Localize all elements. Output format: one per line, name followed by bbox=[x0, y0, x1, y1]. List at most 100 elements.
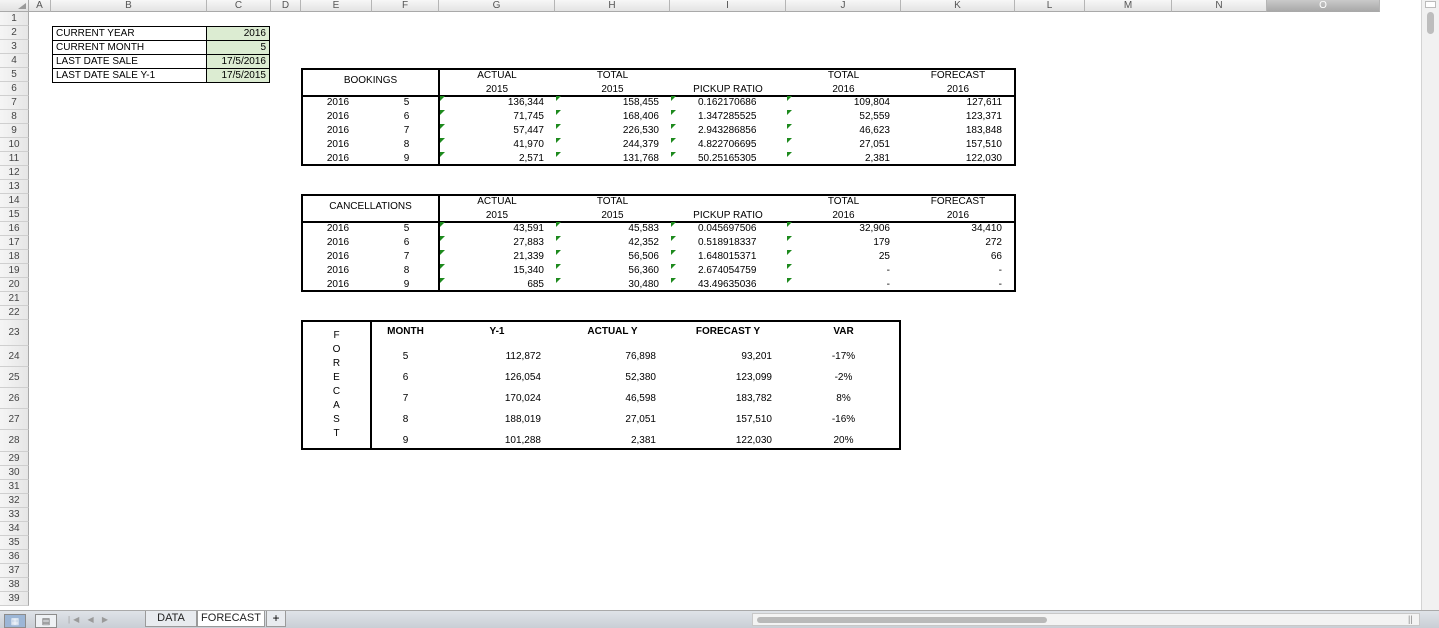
row-header-37[interactable]: 37 bbox=[0, 564, 29, 578]
info-value[interactable]: 17/5/2015 bbox=[206, 68, 270, 83]
forecast-month-cell[interactable]: 5 bbox=[372, 350, 439, 363]
row-header-36[interactable]: 36 bbox=[0, 550, 29, 564]
cancellations-actual-cell[interactable]: 685 bbox=[440, 278, 556, 291]
column-header-a[interactable]: A bbox=[29, 0, 51, 12]
bookings-month-cell[interactable]: 6 bbox=[373, 110, 440, 123]
sheet-tab-data[interactable]: DATA bbox=[145, 611, 197, 627]
bookings-actual-cell[interactable]: 2,571 bbox=[440, 152, 556, 165]
row-header-39[interactable]: 39 bbox=[0, 592, 29, 606]
row-header-1[interactable]: 1 bbox=[0, 12, 29, 26]
forecast-value-cell[interactable]: 157,510 bbox=[670, 413, 786, 426]
split-box[interactable] bbox=[1425, 1, 1436, 8]
cancellations-month-cell[interactable]: 7 bbox=[373, 250, 440, 263]
row-header-3[interactable]: 3 bbox=[0, 40, 29, 54]
column-header-h[interactable]: H bbox=[555, 0, 670, 12]
row-header-26[interactable]: 26 bbox=[0, 388, 29, 409]
cancellations-month-cell[interactable]: 5 bbox=[373, 222, 440, 235]
vertical-scroll-thumb[interactable] bbox=[1427, 12, 1434, 34]
row-header-23[interactable]: 23 bbox=[0, 320, 29, 346]
column-header-m[interactable]: M bbox=[1085, 0, 1172, 12]
normal-view-icon[interactable]: ▦ bbox=[4, 614, 26, 628]
cancellations-year-cell[interactable]: 2016 bbox=[303, 236, 373, 249]
row-header-18[interactable]: 18 bbox=[0, 250, 29, 264]
bookings-pickup-ratio-cell[interactable]: 1.347285525 bbox=[671, 110, 787, 123]
horizontal-scrollbar[interactable] bbox=[752, 613, 1420, 626]
bookings-year-cell[interactable]: 2016 bbox=[303, 152, 373, 165]
add-sheet-button[interactable]: + bbox=[266, 611, 286, 627]
cancellations-month-cell[interactable]: 6 bbox=[373, 236, 440, 249]
column-header-e[interactable]: E bbox=[301, 0, 372, 12]
bookings-month-cell[interactable]: 7 bbox=[373, 124, 440, 137]
forecast-var-cell[interactable]: 20% bbox=[786, 434, 901, 447]
row-header-4[interactable]: 4 bbox=[0, 54, 29, 68]
cancellations-actual-cell[interactable]: 21,339 bbox=[440, 250, 556, 263]
cancellations-total-2016-cell[interactable]: 179 bbox=[787, 236, 902, 249]
resize-handle-icon[interactable]: || bbox=[1408, 614, 1420, 626]
forecast-actual-cell[interactable]: 46,598 bbox=[555, 392, 670, 405]
bookings-pickup-ratio-cell[interactable]: 50.25165305 bbox=[671, 152, 787, 165]
cancellations-forecast-cell[interactable]: 34,410 bbox=[902, 222, 1014, 235]
forecast-y1-cell[interactable]: 188,019 bbox=[439, 413, 555, 426]
cancellations-pickup-ratio-cell[interactable]: 2.674054759 bbox=[671, 264, 787, 277]
forecast-y1-cell[interactable]: 101,288 bbox=[439, 434, 555, 447]
column-header-b[interactable]: B bbox=[51, 0, 207, 12]
bookings-total-2015-cell[interactable]: 244,379 bbox=[556, 138, 671, 151]
cancellations-year-cell[interactable]: 2016 bbox=[303, 250, 373, 263]
column-header-d[interactable]: D bbox=[271, 0, 301, 12]
bookings-forecast-cell[interactable]: 123,371 bbox=[902, 110, 1014, 123]
bookings-month-cell[interactable]: 5 bbox=[373, 96, 440, 109]
forecast-month-cell[interactable]: 6 bbox=[372, 371, 439, 384]
forecast-value-cell[interactable]: 123,099 bbox=[670, 371, 786, 384]
forecast-var-cell[interactable]: -16% bbox=[786, 413, 901, 426]
info-value[interactable]: 2016 bbox=[206, 26, 270, 41]
cancellations-total-2016-cell[interactable]: - bbox=[787, 264, 902, 277]
cancellations-forecast-cell[interactable]: - bbox=[902, 278, 1014, 291]
info-value[interactable]: 17/5/2016 bbox=[206, 54, 270, 69]
row-header-15[interactable]: 15 bbox=[0, 208, 29, 222]
info-value[interactable]: 5 bbox=[206, 40, 270, 55]
row-header-14[interactable]: 14 bbox=[0, 194, 29, 208]
cancellations-pickup-ratio-cell[interactable]: 1.648015371 bbox=[671, 250, 787, 263]
column-header-c[interactable]: C bbox=[207, 0, 271, 12]
bookings-actual-cell[interactable]: 57,447 bbox=[440, 124, 556, 137]
forecast-month-cell[interactable]: 8 bbox=[372, 413, 439, 426]
row-header-34[interactable]: 34 bbox=[0, 522, 29, 536]
bookings-pickup-ratio-cell[interactable]: 2.943286856 bbox=[671, 124, 787, 137]
cancellations-total-2016-cell[interactable]: 25 bbox=[787, 250, 902, 263]
cancellations-pickup-ratio-cell[interactable]: 0.518918337 bbox=[671, 236, 787, 249]
bookings-total-2016-cell[interactable]: 109,804 bbox=[787, 96, 902, 109]
row-header-31[interactable]: 31 bbox=[0, 480, 29, 494]
row-header-2[interactable]: 2 bbox=[0, 26, 29, 40]
select-all-corner[interactable] bbox=[0, 0, 29, 12]
bookings-total-2016-cell[interactable]: 27,051 bbox=[787, 138, 902, 151]
forecast-var-cell[interactable]: -17% bbox=[786, 350, 901, 363]
column-header-g[interactable]: G bbox=[439, 0, 555, 12]
row-header-27[interactable]: 27 bbox=[0, 409, 29, 430]
bookings-actual-cell[interactable]: 41,970 bbox=[440, 138, 556, 151]
forecast-actual-cell[interactable]: 52,380 bbox=[555, 371, 670, 384]
forecast-value-cell[interactable]: 93,201 bbox=[670, 350, 786, 363]
forecast-actual-cell[interactable]: 2,381 bbox=[555, 434, 670, 447]
row-header-6[interactable]: 6 bbox=[0, 82, 29, 96]
bookings-year-cell[interactable]: 2016 bbox=[303, 110, 373, 123]
horizontal-scroll-thumb[interactable] bbox=[757, 617, 1047, 623]
cancellations-year-cell[interactable]: 2016 bbox=[303, 222, 373, 235]
bookings-total-2016-cell[interactable]: 52,559 bbox=[787, 110, 902, 123]
bookings-month-cell[interactable]: 9 bbox=[373, 152, 440, 165]
bookings-total-2015-cell[interactable]: 226,530 bbox=[556, 124, 671, 137]
row-header-29[interactable]: 29 bbox=[0, 452, 29, 466]
column-header-n[interactable]: N bbox=[1172, 0, 1267, 12]
cancellations-actual-cell[interactable]: 43,591 bbox=[440, 222, 556, 235]
row-header-7[interactable]: 7 bbox=[0, 96, 29, 110]
forecast-y1-cell[interactable]: 112,872 bbox=[439, 350, 555, 363]
forecast-value-cell[interactable]: 183,782 bbox=[670, 392, 786, 405]
row-header-17[interactable]: 17 bbox=[0, 236, 29, 250]
row-header-35[interactable]: 35 bbox=[0, 536, 29, 550]
cancellations-total-2015-cell[interactable]: 56,360 bbox=[556, 264, 671, 277]
cancellations-actual-cell[interactable]: 27,883 bbox=[440, 236, 556, 249]
bookings-year-cell[interactable]: 2016 bbox=[303, 96, 373, 109]
bookings-year-cell[interactable]: 2016 bbox=[303, 124, 373, 137]
bookings-pickup-ratio-cell[interactable]: 0.162170686 bbox=[671, 96, 787, 109]
vertical-scrollbar[interactable] bbox=[1421, 0, 1439, 610]
sheet-tab-forecast[interactable]: FORECAST bbox=[197, 611, 265, 627]
